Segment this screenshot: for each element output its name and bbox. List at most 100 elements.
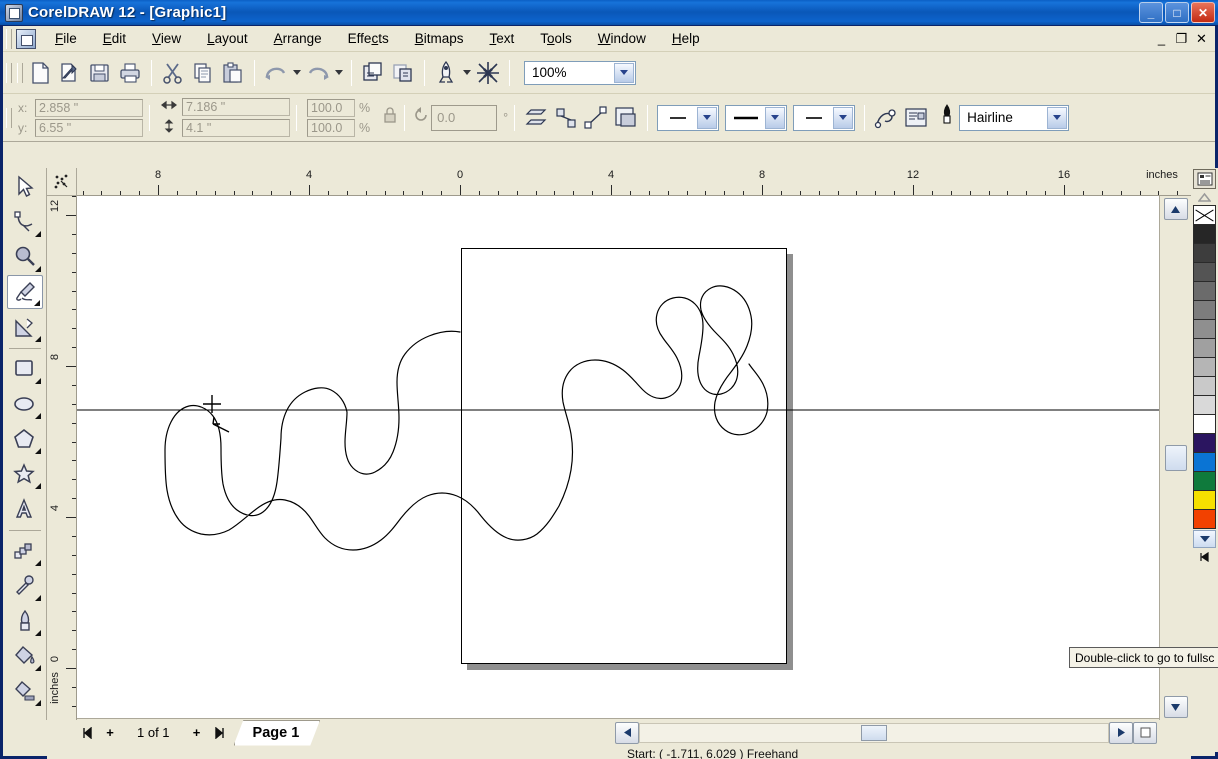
palette-scroll-down-icon[interactable] (1193, 530, 1216, 548)
mdi-close-button[interactable]: ✕ (1194, 31, 1209, 47)
scroll-right-button[interactable] (1109, 721, 1133, 744)
outline-pen-icon[interactable] (939, 103, 955, 132)
ellipse-tool-flyout-icon[interactable] (34, 413, 41, 419)
horizontal-scroll-track[interactable] (639, 722, 1109, 743)
corel-online-icon[interactable] (474, 59, 502, 87)
menu-view[interactable]: View (139, 28, 194, 49)
horizontal-scroll-thumb[interactable] (861, 724, 887, 741)
mirror-horizontal-icon[interactable] (522, 104, 550, 132)
horizontal-ruler[interactable]: 8 4 0 4 8 12 16 inches (77, 168, 1191, 196)
palette-swatch[interactable] (1193, 243, 1216, 263)
outline-width-dropdown-arrow-icon[interactable] (1047, 106, 1068, 129)
start-arrowhead-dropdown[interactable] (657, 104, 720, 131)
ruler-origin-button[interactable] (47, 168, 77, 196)
scale-vertical-field[interactable]: 100.0 (307, 118, 355, 137)
menubar-grip[interactable] (6, 28, 12, 49)
add-page-after-button[interactable]: + (186, 723, 208, 743)
application-launcher-icon[interactable] (432, 59, 460, 87)
palette-swatch[interactable] (1193, 471, 1216, 491)
outline-color-icon[interactable] (872, 104, 900, 132)
palette-swatch[interactable] (1193, 433, 1216, 453)
freehand-curve-drawing[interactable] (77, 196, 1159, 720)
smart-drawing-tool[interactable] (7, 310, 43, 344)
first-page-button[interactable] (77, 723, 99, 743)
scroll-down-button[interactable] (1163, 696, 1188, 718)
palette-swatch[interactable] (1193, 357, 1216, 377)
eyedropper-tool[interactable] (7, 569, 43, 603)
interactive-blend-tool[interactable] (7, 534, 43, 568)
start-arrowhead-dropdown-arrow-icon[interactable] (697, 106, 718, 129)
outline-width-combobox[interactable]: Hairline (959, 104, 1070, 131)
rectangle-tool-flyout-icon[interactable] (34, 378, 41, 384)
ellipse-tool[interactable] (7, 387, 43, 421)
line-style-dropdown[interactable] (725, 104, 788, 131)
print-icon[interactable] (116, 59, 144, 87)
freehand-tool[interactable] (6, 275, 43, 309)
palette-end-icon[interactable] (1193, 548, 1216, 566)
palette-swatch[interactable] (1193, 319, 1216, 339)
palette-swatch[interactable] (1193, 376, 1216, 396)
export-icon[interactable] (389, 59, 417, 87)
outline-tool[interactable] (7, 604, 43, 638)
pick-tool[interactable] (7, 170, 43, 204)
horizontal-scrollbar[interactable] (615, 721, 1159, 745)
end-arrowhead-dropdown-arrow-icon[interactable] (833, 106, 854, 129)
polygon-tool-flyout-icon[interactable] (34, 448, 41, 454)
freehand-tool-flyout-icon[interactable] (33, 300, 40, 306)
toolbar-grip[interactable] (6, 62, 12, 83)
menu-tools[interactable]: Tools (527, 28, 585, 49)
cut-icon[interactable] (159, 59, 187, 87)
zoom-tool-flyout-icon[interactable] (34, 266, 41, 272)
menu-layout[interactable]: Layout (194, 28, 261, 49)
palette-swatch[interactable] (1193, 224, 1216, 244)
fill-tool-flyout-icon[interactable] (34, 665, 41, 671)
palette-swatch[interactable] (1193, 509, 1216, 529)
interactive-fill-tool-flyout-icon[interactable] (34, 700, 41, 706)
application-launcher-dropdown-icon[interactable] (461, 60, 473, 86)
toolbar-grip-2[interactable] (17, 62, 23, 83)
minimize-button[interactable]: _ (1139, 2, 1163, 23)
rectangle-tool[interactable] (7, 352, 43, 386)
application-icon[interactable] (5, 3, 23, 22)
vertical-scrollbar[interactable] (1159, 196, 1191, 720)
paste-icon[interactable] (219, 59, 247, 87)
fill-tool[interactable] (7, 639, 43, 673)
polygon-tool[interactable] (7, 422, 43, 456)
propertybar-grip[interactable] (6, 107, 12, 128)
palette-swatch[interactable] (1193, 414, 1216, 434)
zoom-dropdown-arrow-icon[interactable] (614, 62, 634, 83)
undo-dropdown-icon[interactable] (291, 60, 303, 86)
menu-help[interactable]: Help (659, 28, 713, 49)
text-properties-icon[interactable] (902, 104, 930, 132)
mirror-vertical-icon[interactable] (552, 104, 580, 132)
menu-arrange[interactable]: Arrange (261, 28, 335, 49)
x-position-field[interactable]: 2.858 " (35, 98, 143, 117)
vertical-scroll-thumb[interactable] (1164, 445, 1187, 471)
shape-tool-flyout-icon[interactable] (34, 231, 41, 237)
palette-swatch[interactable] (1193, 338, 1216, 358)
open-icon[interactable] (56, 59, 84, 87)
mdi-restore-button[interactable]: ❐ (1174, 31, 1189, 47)
save-icon[interactable] (86, 59, 114, 87)
drawing-canvas[interactable] (77, 196, 1159, 720)
palette-swatch[interactable] (1193, 395, 1216, 415)
palette-swatch-none[interactable] (1193, 205, 1216, 225)
copy-icon[interactable] (189, 59, 217, 87)
undo-icon[interactable] (262, 59, 290, 87)
basic-shapes-tool-flyout-icon[interactable] (34, 483, 41, 489)
outline-tool-flyout-icon[interactable] (34, 630, 41, 636)
redo-icon[interactable] (304, 59, 332, 87)
text-tool[interactable] (7, 492, 43, 526)
y-position-field[interactable]: 6.55 " (35, 118, 143, 137)
menu-effects[interactable]: Effects (335, 28, 402, 49)
zoom-level-combobox[interactable]: 100% (524, 60, 636, 85)
palette-options-icon[interactable] (1193, 169, 1216, 189)
line-style-dropdown-arrow-icon[interactable] (765, 106, 786, 129)
scroll-left-button[interactable] (615, 721, 639, 744)
redo-dropdown-icon[interactable] (333, 60, 345, 86)
close-button[interactable]: ✕ (1191, 2, 1215, 23)
mdi-minimize-button[interactable]: _ (1154, 31, 1169, 46)
rotation-angle-field[interactable]: 0.0 (431, 104, 498, 131)
menu-text[interactable]: Text (477, 28, 528, 49)
width-field[interactable]: 7.186 " (182, 98, 290, 116)
